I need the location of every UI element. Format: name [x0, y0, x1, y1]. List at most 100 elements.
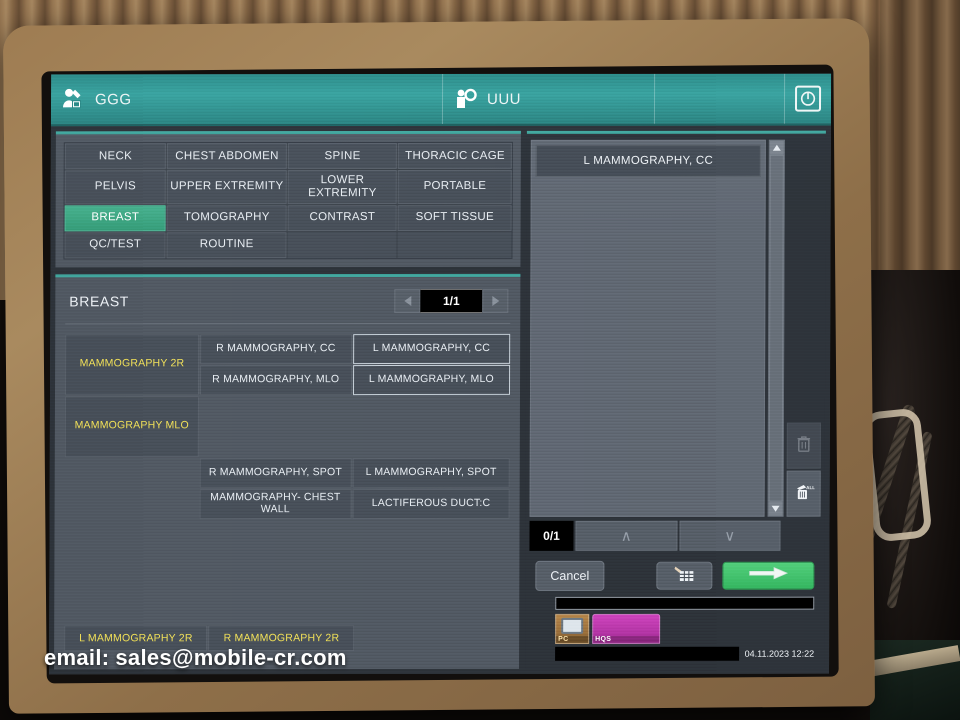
- page-indicator: 1/1: [420, 288, 483, 313]
- taskbar-label: PC: [556, 635, 589, 643]
- procedure-mammography-2r[interactable]: MAMMOGRAPHY 2R: [64, 333, 199, 396]
- selection-nav: 0/1 ∧ ∨: [529, 520, 820, 551]
- delete-button[interactable]: [786, 422, 821, 469]
- status-field: [555, 646, 739, 661]
- move-down-button[interactable]: ∨: [678, 520, 781, 551]
- action-row: Cancel: [529, 551, 820, 591]
- worklist-button[interactable]: [656, 561, 713, 590]
- procedure-body: MAMMOGRAPHY 2R R MAMMOGRAPHY, CC L MAMMO…: [64, 324, 511, 660]
- patient-field[interactable]: GGG: [50, 73, 444, 125]
- procedure-r-mammography-cc[interactable]: R MAMMOGRAPHY, CC: [199, 333, 352, 364]
- screen: GGG UUU NECK CHEST ABDOMEN SPINE THORACI…: [49, 73, 832, 675]
- procedure-r-mammography-mlo[interactable]: R MAMMOGRAPHY, MLO: [199, 364, 352, 395]
- body-part-contrast[interactable]: CONTRAST: [287, 204, 398, 231]
- selected-item[interactable]: L MAMMOGRAPHY, CC: [535, 144, 761, 177]
- top-header-bar: GGG UUU: [50, 73, 832, 127]
- trash-all-icon: ALL: [793, 481, 815, 506]
- procedure-lactiferous-duct[interactable]: LACTIFEROUS DUCT:C: [352, 488, 510, 519]
- procedure-panel: BREAST 1/1 MAMMOGRAPHY 2R R MAMMOGRAPHY,…: [54, 273, 521, 670]
- taskbar-item-pc[interactable]: PC: [555, 613, 590, 644]
- chevron-up-icon: ∧: [620, 527, 632, 545]
- procedure-r-mammography-spot[interactable]: R MAMMOGRAPHY, SPOT: [199, 457, 352, 488]
- taskbar-label: HQS: [593, 635, 660, 643]
- email-watermark: email: sales@mobile-cr.com: [44, 645, 347, 671]
- left-column: NECK CHEST ABDOMEN SPINE THORACIC CAGE P…: [54, 130, 521, 670]
- selected-list: L MAMMOGRAPHY, CC: [529, 139, 766, 517]
- scrollbar-track[interactable]: [768, 154, 784, 502]
- right-column: L MAMMOGRAPHY, CC ALL 0/1 ∧ ∨ Cancel PC …: [525, 130, 826, 669]
- trash-icon: [794, 433, 814, 458]
- move-up-button[interactable]: ∧: [575, 520, 678, 551]
- user-id: UUU: [487, 90, 522, 108]
- procedure-mammography-mlo[interactable]: MAMMOGRAPHY MLO: [64, 395, 199, 458]
- scroll-up-button[interactable]: [769, 140, 784, 155]
- medical-monitor: GGG UUU NECK CHEST ABDOMEN SPINE THORACI…: [3, 18, 875, 714]
- body-part-upper-extremity[interactable]: UPPER EXTREMITY: [167, 170, 287, 204]
- power-button[interactable]: [785, 74, 831, 124]
- procedure-l-mammography-spot[interactable]: L MAMMOGRAPHY, SPOT: [352, 457, 510, 488]
- body-part-neck[interactable]: NECK: [64, 143, 167, 170]
- triangle-right-icon: [491, 295, 499, 306]
- cancel-button[interactable]: Cancel: [535, 560, 605, 591]
- body-part-lower-extremity[interactable]: LOWER EXTREMITY: [287, 170, 398, 204]
- body-part-empty: [397, 231, 512, 258]
- power-icon: [794, 85, 822, 112]
- taskbar: PC HQS: [555, 613, 814, 644]
- triangle-down-icon: [771, 505, 780, 512]
- procedure-empty: [199, 427, 351, 457]
- svg-text:ALL: ALL: [806, 485, 815, 490]
- body-part-qc-test[interactable]: QC/TEST: [64, 231, 166, 259]
- body-part-routine[interactable]: ROUTINE: [166, 231, 287, 258]
- procedure-l-mammography-cc[interactable]: L MAMMOGRAPHY, CC: [352, 333, 511, 364]
- body-part-pelvis[interactable]: PELVIS: [64, 170, 167, 205]
- triangle-left-icon: [403, 295, 411, 306]
- procedure-empty: [200, 396, 352, 426]
- delete-all-button[interactable]: ALL: [786, 470, 821, 517]
- selection-scrollbar[interactable]: [767, 139, 785, 517]
- monitor-bezel: GGG UUU NECK CHEST ABDOMEN SPINE THORACI…: [41, 64, 839, 684]
- body-part-panel: NECK CHEST ABDOMEN SPINE THORACIC CAGE P…: [55, 130, 521, 268]
- photo-scene: GGG UUU NECK CHEST ABDOMEN SPINE THORACI…: [0, 0, 960, 720]
- main-content: NECK CHEST ABDOMEN SPINE THORACIC CAGE P…: [49, 125, 831, 675]
- scrollbar-thumb[interactable]: [768, 154, 784, 502]
- procedure-category-title: BREAST: [69, 293, 129, 310]
- body-part-grid: NECK CHEST ABDOMEN SPINE THORACIC CAGE P…: [63, 141, 513, 260]
- scroll-down-button[interactable]: [768, 501, 783, 516]
- selected-procedures-panel: L MAMMOGRAPHY, CC ALL 0/1 ∧ ∨ Cancel PC …: [525, 130, 826, 669]
- procedure-header: BREAST 1/1: [65, 284, 511, 325]
- body-part-tomography[interactable]: TOMOGRAPHY: [166, 204, 287, 231]
- arrow-right-icon: [747, 566, 789, 586]
- procedure-l-mammography-mlo[interactable]: L MAMMOGRAPHY, MLO: [352, 364, 511, 395]
- procedure-mammography-chest-wall[interactable]: MAMMOGRAPHY- CHEST WALL: [199, 488, 352, 519]
- procedure-empty: [352, 427, 509, 457]
- body-part-soft-tissue[interactable]: SOFT TISSUE: [398, 204, 512, 231]
- body-part-thoracic-cage[interactable]: THORACIC CAGE: [398, 142, 512, 170]
- taskbar-item-hqs[interactable]: HQS: [592, 613, 661, 644]
- page-next-button[interactable]: [482, 288, 509, 313]
- delete-buttons: ALL: [786, 140, 822, 517]
- body-part-chest-abdomen[interactable]: CHEST ABDOMEN: [167, 143, 287, 170]
- body-part-empty: [287, 231, 398, 258]
- proceed-button[interactable]: [722, 561, 815, 590]
- watermark-address: sales@mobile-cr.com: [115, 645, 347, 670]
- chevron-down-icon: ∨: [724, 527, 736, 545]
- body-part-spine[interactable]: SPINE: [287, 143, 398, 170]
- user-field[interactable]: UUU: [442, 73, 656, 124]
- selection-counter: 0/1: [529, 520, 574, 551]
- table-grid-icon: [672, 564, 696, 587]
- progress-bar: [555, 596, 815, 610]
- patient-edit-icon: [61, 86, 87, 112]
- clock-row: 04.11.2023 12:22: [555, 646, 814, 661]
- procedure-empty: [353, 396, 510, 426]
- selection-main: L MAMMOGRAPHY, CC ALL: [529, 139, 822, 517]
- procedure-empty: [65, 489, 199, 519]
- page-prev-button[interactable]: [394, 288, 421, 313]
- header-blank-field[interactable]: [654, 73, 786, 124]
- status-zone: PC HQS 04.11.2023 12:22: [529, 591, 820, 665]
- triangle-up-icon: [772, 144, 781, 151]
- watermark-label: email:: [44, 645, 110, 670]
- body-part-breast[interactable]: BREAST: [64, 204, 167, 232]
- body-part-portable[interactable]: PORTABLE: [398, 169, 512, 204]
- procedure-empty: [65, 458, 199, 488]
- user-icon: [453, 86, 479, 112]
